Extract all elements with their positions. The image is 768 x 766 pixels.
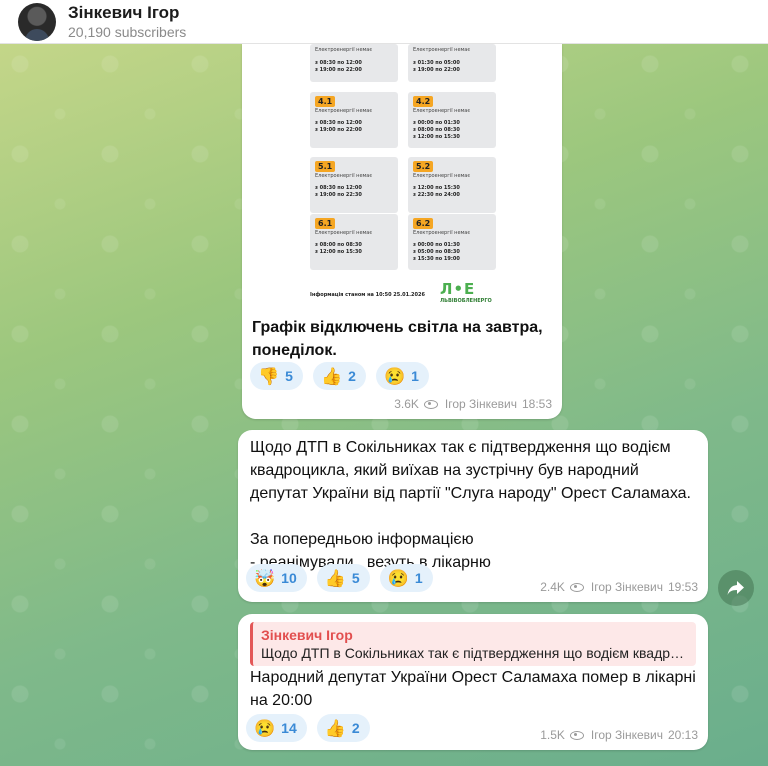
card-tag: 5.1 <box>315 161 336 172</box>
channel-avatar[interactable] <box>18 2 56 41</box>
post-author: Ігор Зінкевич <box>444 397 517 411</box>
lvivoblenergo-logo: Л•Е ЛЬВІВОБЛЕНЕРГО <box>440 280 492 304</box>
card-tag: 5.2 <box>413 161 434 172</box>
card-tag: 6.2 <box>413 218 434 229</box>
reactions-bar: 😢 14 👍 2 <box>246 714 370 742</box>
channel-name[interactable]: Зінкевич Ігор <box>68 3 186 23</box>
crying-emoji-icon: 😢 <box>254 718 276 738</box>
card-times: з 08:30 по 12:00 з 19:00 по 22:30 <box>315 185 362 198</box>
post-time: 20:13 <box>667 728 698 742</box>
eye-icon <box>423 399 438 409</box>
card-no-power: Електроенергії немає <box>315 108 373 114</box>
eye-icon <box>569 582 584 592</box>
card-no-power: Електроенергії немає <box>315 230 373 236</box>
card-times: з 00:00 по 01:30 з 05:00 по 08:30 з 15:3… <box>413 242 460 262</box>
thumbs-up-emoji-icon: 👍 <box>320 366 343 386</box>
message-bubble-schedule: Електроенергії немає з 08:30 по 12:00 з … <box>242 44 562 419</box>
view-count: 3.6K <box>394 397 419 411</box>
message-meta: 3.6K Ігор Зінкевич 18:53 <box>394 397 552 411</box>
reaction-thumbs-up[interactable]: 👍 2 <box>316 714 370 742</box>
reaction-count: 14 <box>281 720 297 736</box>
card-no-power: Електроенергії немає <box>413 173 471 179</box>
thumbs-up-emoji-icon: 👍 <box>324 718 346 738</box>
post-author: Ігор Зінкевич <box>590 580 663 594</box>
crying-emoji-icon: 😢 <box>387 568 409 588</box>
view-count: 1.5K <box>540 728 565 742</box>
message-bubble-death: Зінкевич Ігор Щодо ДТП в Сокільниках так… <box>238 614 708 750</box>
reaction-crying[interactable]: 😢 1 <box>375 362 429 390</box>
reaction-thumbs-up[interactable]: 👍 2 <box>312 362 366 390</box>
channel-header[interactable]: Зінкевич Ігор 20,190 subscribers <box>0 0 768 44</box>
reply-quote[interactable]: Зінкевич Ігор Щодо ДТП в Сокільниках так… <box>250 622 696 666</box>
schedule-image[interactable]: Електроенергії немає з 08:30 по 12:00 з … <box>242 44 562 312</box>
post-time: 19:53 <box>667 580 698 594</box>
card-times: з 08:30 по 12:00 з 19:00 по 22:00 <box>315 60 362 73</box>
card-no-power: Електроенергії немає <box>315 47 373 53</box>
message-caption: Графік відключень світла на завтра, поне… <box>252 319 543 359</box>
reaction-count: 5 <box>285 368 293 384</box>
schedule-card-4-1: 4.1 Електроенергії немає з 08:30 по 12:0… <box>310 92 398 148</box>
schedule-card-4-2: 4.2 Електроенергії немає з 00:00 по 01:3… <box>408 92 496 148</box>
reaction-thumbs-up[interactable]: 👍 5 <box>316 564 370 592</box>
card-no-power: Електроенергії немає <box>413 230 471 236</box>
thumbs-down-emoji-icon: 👎 <box>258 366 280 386</box>
card-times: з 08:00 по 08:30 з 12:00 по 15:30 <box>315 242 362 255</box>
share-arrow-svg <box>727 581 744 595</box>
card-times: з 08:30 по 12:00 з 19:00 по 22:00 <box>315 120 362 133</box>
reaction-count: 2 <box>348 368 356 384</box>
exploding-head-emoji-icon: 🤯 <box>254 568 276 588</box>
subscriber-count: 20,190 subscribers <box>68 23 187 40</box>
reaction-count: 5 <box>351 570 360 586</box>
post-time: 18:53 <box>521 397 552 411</box>
eye-icon <box>569 730 584 740</box>
reaction-count: 2 <box>351 720 360 736</box>
reply-author: Зінкевич Ігор <box>261 627 353 643</box>
reaction-exploding-head[interactable]: 🤯 10 <box>246 564 307 592</box>
view-count: 2.4K <box>540 580 565 594</box>
reactions-bar: 🤯 10 👍 5 😢 1 <box>246 564 433 592</box>
card-no-power: Електроенергії немає <box>413 47 471 53</box>
schedule-card-6-1: 6.1 Електроенергії немає з 08:00 по 08:3… <box>310 214 398 270</box>
reactions-bar: 👎 5 👍 2 😢 1 <box>250 362 429 390</box>
schedule-info-line: Інформація станом на 10:50 25.01.2026 <box>310 292 425 298</box>
reaction-count: 10 <box>281 570 297 586</box>
reaction-crying[interactable]: 😢 14 <box>246 714 307 742</box>
reply-text: Щодо ДТП в Сокільниках так є підтверджен… <box>261 645 688 661</box>
message-text: Щодо ДТП в Сокільниках так є підтверджен… <box>250 439 691 571</box>
post-author: Ігор Зінкевич <box>590 728 663 742</box>
logo-text: ЛЬВІВОБЛЕНЕРГО <box>440 298 492 304</box>
card-times: з 00:00 по 01:30 з 08:00 по 08:30 з 12:0… <box>413 120 460 140</box>
reaction-count: 1 <box>411 368 419 384</box>
card-times: з 01:30 по 05:00 з 19:00 по 22:00 <box>413 60 460 73</box>
schedule-card-6-2: 6.2 Електроенергії немає з 00:00 по 01:3… <box>408 214 496 270</box>
logo-mark: Л•Е <box>440 280 476 298</box>
card-no-power: Електроенергії немає <box>315 173 373 179</box>
message-meta: 1.5K Ігор Зінкевич 20:13 <box>540 728 698 742</box>
channel-header-text: Зінкевич Ігор 20,190 subscribers <box>68 3 186 41</box>
schedule-card: Електроенергії немає з 08:30 по 12:00 з … <box>310 44 398 82</box>
card-tag: 4.2 <box>413 96 434 107</box>
share-arrow-icon[interactable] <box>718 570 754 606</box>
card-tag: 4.1 <box>315 96 336 107</box>
message-text: Народний депутат України Орест Саламаха … <box>250 669 696 709</box>
card-tag: 6.1 <box>315 218 336 229</box>
card-times: з 12:00 по 15:30 з 22:30 по 24:00 <box>413 185 460 198</box>
schedule-card: Електроенергії немає з 01:30 по 05:00 з … <box>408 44 496 82</box>
reaction-crying[interactable]: 😢 1 <box>379 564 433 592</box>
message-bubble-dtp: Щодо ДТП в Сокільниках так є підтверджен… <box>238 430 708 602</box>
schedule-card-5-1: 5.1 Електроенергії немає з 08:30 по 12:0… <box>310 157 398 213</box>
crying-emoji-icon: 😢 <box>383 366 406 386</box>
reaction-count: 1 <box>414 570 423 586</box>
schedule-card-5-2: 5.2 Електроенергії немає з 12:00 по 15:3… <box>408 157 496 213</box>
message-meta: 2.4K Ігор Зінкевич 19:53 <box>540 580 698 594</box>
reaction-thumbs-down[interactable]: 👎 5 <box>250 362 303 390</box>
card-no-power: Електроенергії немає <box>413 108 471 114</box>
thumbs-up-emoji-icon: 👍 <box>324 568 346 588</box>
